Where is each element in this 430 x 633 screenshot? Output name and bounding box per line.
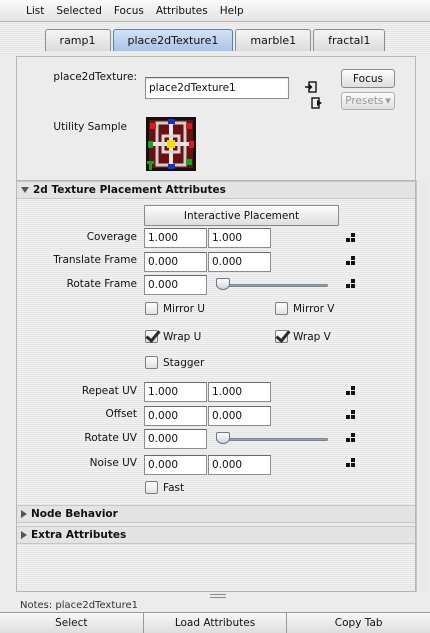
- rotate-uv-slider[interactable]: [216, 438, 328, 441]
- scrollbar[interactable]: [416, 180, 428, 592]
- fast-label: Fast: [163, 481, 185, 494]
- coverage-u-field[interactable]: 1.000: [144, 228, 207, 248]
- checkbox-box[interactable]: [145, 302, 158, 315]
- mirror-u-label: Mirror U: [163, 302, 205, 315]
- checkbox-box[interactable]: [145, 481, 158, 494]
- map-button-icon[interactable]: [346, 458, 356, 468]
- tab-ramp1[interactable]: ramp1: [44, 29, 111, 51]
- rotate-uv-slider-thumb[interactable]: [216, 432, 230, 444]
- section-title: 2d Texture Placement Attributes: [33, 184, 226, 196]
- bottom-button-bar: Select Load Attributes Copy Tab: [0, 612, 430, 633]
- tab-marble1[interactable]: marble1: [235, 29, 312, 51]
- select-button[interactable]: Select: [0, 613, 144, 633]
- menu-help[interactable]: Help: [220, 5, 244, 17]
- rotate-frame-field[interactable]: 0.000: [144, 275, 207, 295]
- section-extra-attributes[interactable]: Extra Attributes: [17, 526, 415, 544]
- coverage-v-field[interactable]: 1.000: [208, 228, 271, 248]
- notes-label[interactable]: Notes: place2dTexture1: [16, 594, 416, 614]
- menu-focus[interactable]: Focus: [114, 5, 144, 17]
- expanded-triangle-icon: [21, 187, 29, 193]
- stagger-label: Stagger: [163, 356, 205, 369]
- checkbox-box[interactable]: [275, 302, 288, 315]
- wrap-u-checkbox[interactable]: Wrap U: [145, 330, 201, 343]
- rotate-uv-label: Rotate UV: [84, 432, 137, 444]
- menu-selected[interactable]: Selected: [56, 5, 102, 17]
- presets-button[interactable]: Presets ▼: [341, 92, 395, 110]
- stagger-checkbox[interactable]: Stagger: [145, 356, 204, 369]
- focus-button[interactable]: Focus: [341, 69, 395, 88]
- presets-label: Presets: [345, 95, 384, 107]
- utility-sample-swatch[interactable]: [146, 117, 196, 171]
- rotate-frame-slider-thumb[interactable]: [216, 278, 230, 290]
- node-header-panel: place2dTexture: place2dTexture1 Focus Pr…: [16, 56, 416, 180]
- rotate-uv-field[interactable]: 0.000: [144, 429, 207, 449]
- output-connection-icon[interactable]: [311, 97, 323, 109]
- menu-bar: List Selected Focus Attributes Help: [0, 0, 430, 22]
- checkbox-box[interactable]: [275, 330, 288, 343]
- attributes-panel: 2d Texture Placement Attributes Interact…: [16, 180, 416, 592]
- checkbox-box[interactable]: [145, 330, 158, 343]
- fast-checkbox[interactable]: Fast: [145, 481, 184, 494]
- section-title: Extra Attributes: [31, 529, 127, 541]
- section-node-behavior[interactable]: Node Behavior: [17, 505, 415, 523]
- node-name-field[interactable]: place2dTexture1: [145, 77, 289, 99]
- collapsed-triangle-icon: [21, 531, 27, 539]
- collapsed-triangle-icon: [21, 510, 27, 518]
- section-2d-texture-placement[interactable]: 2d Texture Placement Attributes: [17, 181, 415, 199]
- map-button-icon[interactable]: [346, 410, 356, 420]
- chevron-down-icon: ▼: [385, 97, 391, 105]
- map-button-icon[interactable]: [346, 386, 356, 396]
- wrap-v-label: Wrap V: [293, 330, 331, 343]
- map-button-icon[interactable]: [346, 279, 356, 289]
- menu-list[interactable]: List: [26, 5, 44, 17]
- rotate-frame-label: Rotate Frame: [66, 278, 137, 290]
- mirror-v-label: Mirror V: [293, 302, 335, 315]
- section-title: Node Behavior: [31, 508, 118, 520]
- wrap-u-label: Wrap U: [163, 330, 202, 343]
- repeat-u-field[interactable]: 1.000: [144, 382, 207, 402]
- noise-u-field[interactable]: 0.000: [144, 455, 207, 475]
- input-connection-icon[interactable]: [305, 81, 317, 93]
- map-button-icon[interactable]: [346, 233, 356, 243]
- tab-fractal1[interactable]: fractal1: [313, 29, 386, 51]
- coverage-label: Coverage: [86, 231, 137, 243]
- mirror-v-checkbox[interactable]: Mirror V: [275, 302, 334, 315]
- load-attributes-button[interactable]: Load Attributes: [143, 613, 288, 633]
- noise-v-field[interactable]: 0.000: [208, 455, 271, 475]
- menu-attributes[interactable]: Attributes: [156, 5, 208, 17]
- offset-u-field[interactable]: 0.000: [144, 406, 207, 426]
- utility-sample-label: Utility Sample: [53, 121, 127, 133]
- node-tabs: ramp1 place2dTexture1 marble1 fractal1: [0, 22, 430, 54]
- node-type-label: place2dTexture:: [53, 71, 137, 83]
- rotate-frame-slider[interactable]: [216, 284, 328, 287]
- repeat-v-field[interactable]: 1.000: [208, 382, 271, 402]
- interactive-placement-button[interactable]: Interactive Placement: [144, 205, 339, 226]
- checkbox-box[interactable]: [145, 356, 158, 369]
- offset-v-field[interactable]: 0.000: [208, 406, 271, 426]
- wrap-v-checkbox[interactable]: Wrap V: [275, 330, 331, 343]
- translate-frame-v-field[interactable]: 0.000: [208, 252, 271, 272]
- map-button-icon[interactable]: [346, 256, 356, 266]
- offset-label: Offset: [105, 408, 137, 420]
- tab-place2dtexture1[interactable]: place2dTexture1: [112, 29, 234, 51]
- noise-uv-label: Noise UV: [89, 457, 137, 469]
- repeat-uv-label: Repeat UV: [81, 385, 137, 397]
- translate-frame-label: Translate Frame: [53, 254, 137, 266]
- map-button-icon[interactable]: [346, 433, 356, 443]
- mirror-u-checkbox[interactable]: Mirror U: [145, 302, 205, 315]
- translate-frame-u-field[interactable]: 0.000: [144, 252, 207, 272]
- copy-tab-button[interactable]: Copy Tab: [287, 613, 430, 633]
